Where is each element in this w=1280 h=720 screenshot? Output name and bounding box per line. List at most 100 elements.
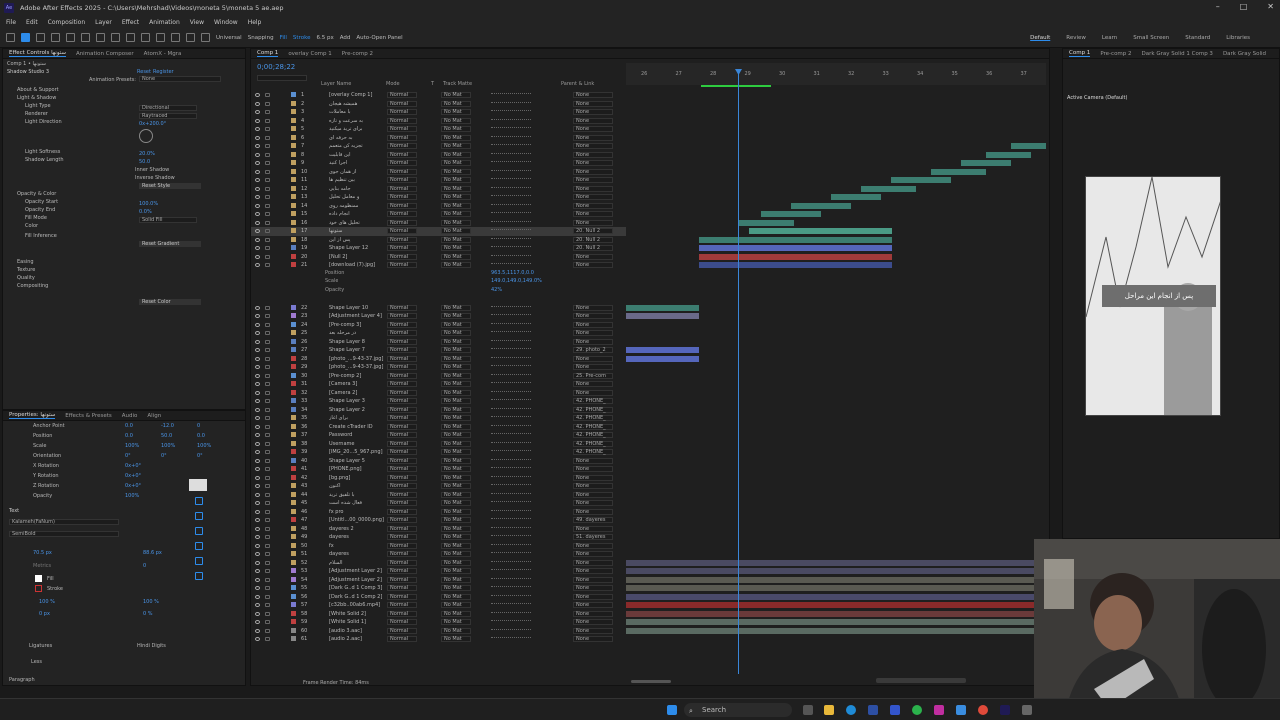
comp-tab-0[interactable]: Comp 1 bbox=[257, 50, 279, 57]
visibility-eye-icon[interactable] bbox=[255, 339, 260, 344]
visibility-eye-icon[interactable] bbox=[255, 152, 260, 157]
justify-icon[interactable] bbox=[195, 542, 203, 550]
layer-name[interactable]: ستونها bbox=[329, 228, 385, 234]
visibility-eye-icon[interactable] bbox=[255, 509, 260, 514]
switches-icon[interactable] bbox=[491, 373, 531, 377]
track-matte-dropdown[interactable]: No Mat bbox=[441, 389, 471, 396]
track-matte-dropdown[interactable]: No Mat bbox=[441, 423, 471, 430]
after-effects-taskbar-icon[interactable] bbox=[1000, 705, 1010, 715]
audio-icon[interactable] bbox=[265, 560, 270, 565]
parent-dropdown[interactable]: 49. dayeres bbox=[573, 517, 613, 523]
menu-layer[interactable]: Layer bbox=[95, 19, 112, 26]
align-center-icon[interactable] bbox=[195, 512, 203, 520]
effect-prop-light-softness[interactable]: Light Softness bbox=[25, 149, 60, 155]
track-matte-dropdown[interactable]: No Mat bbox=[441, 160, 471, 166]
label-color-swatch[interactable] bbox=[291, 126, 296, 131]
parent-dropdown[interactable]: None bbox=[573, 508, 613, 515]
label-color-swatch[interactable] bbox=[291, 134, 296, 140]
props-tab-2[interactable]: Audio bbox=[122, 413, 138, 419]
layer-name[interactable]: ممنظومه روی bbox=[329, 203, 385, 209]
track-matte-dropdown[interactable]: No Mat bbox=[441, 253, 471, 260]
ligatures-checkbox[interactable]: Ligatures bbox=[29, 643, 52, 649]
audio-icon[interactable] bbox=[265, 169, 270, 174]
timeline-row[interactable]: 23 [Adjustment Layer 4] Normal No Mat None bbox=[251, 312, 626, 321]
align-left-icon[interactable] bbox=[195, 497, 203, 505]
track-matte-dropdown[interactable]: No Mat bbox=[441, 602, 471, 608]
layer-bar[interactable] bbox=[626, 585, 1036, 591]
parent-dropdown[interactable]: None bbox=[573, 134, 613, 141]
layer-bar[interactable] bbox=[761, 211, 821, 217]
track-matte-dropdown[interactable]: No Mat bbox=[441, 466, 471, 472]
less-toggle[interactable]: Less bbox=[31, 659, 42, 665]
switches-icon[interactable] bbox=[491, 407, 531, 411]
layer-name[interactable]: این قابلیت bbox=[329, 152, 385, 158]
parent-dropdown[interactable]: 20. Null 2 bbox=[573, 228, 613, 234]
transform-value-1-1[interactable]: 50.0 bbox=[161, 433, 172, 439]
layer-name[interactable]: Shape Layer 5 bbox=[329, 458, 385, 464]
audio-icon[interactable] bbox=[265, 475, 270, 480]
hand-tool-icon[interactable] bbox=[36, 33, 45, 42]
label-color-swatch[interactable] bbox=[291, 576, 296, 582]
audio-icon[interactable] bbox=[265, 467, 270, 471]
timeline-zoom-slider[interactable] bbox=[631, 680, 671, 683]
menu-animation[interactable]: Animation bbox=[149, 19, 180, 26]
pen-tool-icon[interactable] bbox=[111, 33, 120, 42]
track-matte-dropdown[interactable]: No Mat bbox=[441, 483, 471, 489]
audio-icon[interactable] bbox=[265, 424, 270, 429]
layer-search-input[interactable] bbox=[257, 75, 307, 81]
layer-name[interactable]: [Camera 2] bbox=[329, 390, 385, 396]
font-family-dropdown[interactable]: Kalameh(FaNum) bbox=[9, 519, 119, 525]
label-color-swatch[interactable] bbox=[291, 381, 296, 386]
audio-icon[interactable] bbox=[265, 101, 270, 106]
light-direction-dial[interactable] bbox=[139, 129, 153, 143]
layer-mode-dropdown[interactable]: Normal bbox=[387, 619, 417, 625]
switches-icon[interactable] bbox=[491, 195, 531, 198]
label-color-swatch[interactable] bbox=[291, 466, 296, 471]
rtl-icon[interactable] bbox=[195, 572, 203, 580]
timeline-row[interactable]: 8 این قابلیت Normal No Mat None bbox=[251, 151, 626, 160]
layer-mode-dropdown[interactable]: Normal bbox=[387, 117, 417, 124]
audio-icon[interactable] bbox=[265, 127, 270, 131]
visibility-eye-icon[interactable] bbox=[255, 628, 260, 633]
layer-mode-dropdown[interactable]: Normal bbox=[387, 636, 417, 642]
track-matte-dropdown[interactable]: No Mat bbox=[441, 406, 471, 413]
track-matte-dropdown[interactable]: No Mat bbox=[441, 585, 471, 591]
layer-mode-dropdown[interactable]: Normal bbox=[387, 525, 417, 532]
layer-mode-dropdown[interactable]: Normal bbox=[387, 151, 417, 158]
track-matte-dropdown[interactable]: No Mat bbox=[441, 500, 471, 506]
viewer-tab-2[interactable]: Dark Gray Solid 1 Comp 3 bbox=[1142, 51, 1213, 57]
parent-dropdown[interactable]: 51. dayeres bbox=[573, 534, 613, 540]
track-matte-dropdown[interactable]: No Mat bbox=[441, 330, 471, 336]
parent-dropdown[interactable]: None bbox=[573, 100, 613, 107]
eraser-tool-icon[interactable] bbox=[171, 33, 180, 42]
track-matte-dropdown[interactable]: No Mat bbox=[441, 440, 471, 447]
column-header-0[interactable]: Layer Name bbox=[321, 81, 351, 87]
track-matte-dropdown[interactable]: No Mat bbox=[441, 313, 471, 319]
track-matte-dropdown[interactable]: No Mat bbox=[441, 457, 471, 464]
comp-caption[interactable]: پس از انجام این مراحل bbox=[1102, 285, 1216, 307]
timeline-row[interactable]: 56 [Dark G..d 1 Comp 2] Normal No Mat None bbox=[251, 593, 626, 602]
transform-value-5-0[interactable]: 0x+0° bbox=[125, 473, 141, 479]
effect-prop-opacity-start[interactable]: Opacity Start bbox=[25, 199, 58, 205]
parent-dropdown[interactable]: None bbox=[573, 202, 613, 209]
roto-tool-icon[interactable] bbox=[186, 33, 195, 42]
layer-name[interactable]: [Null 2] bbox=[329, 254, 385, 260]
timeline-row[interactable]: 1 [overlay Comp 1] Normal No Mat None bbox=[251, 91, 626, 100]
settings-icon[interactable] bbox=[1022, 705, 1032, 715]
layer-name[interactable]: Shape Layer 8 bbox=[329, 339, 385, 345]
timeline-row[interactable]: 57 [c32bb..00ab6.mp4] Normal No Mat None bbox=[251, 601, 626, 610]
effect-tab-0[interactable]: Effect Controls ستونها bbox=[9, 50, 66, 57]
visibility-eye-icon[interactable] bbox=[255, 135, 260, 140]
effect-value-3[interactable]: 20.0% bbox=[139, 151, 155, 157]
audio-icon[interactable] bbox=[265, 356, 270, 361]
stroke-width[interactable]: 6.5 px bbox=[316, 35, 333, 41]
track-matte-dropdown[interactable]: No Mat bbox=[441, 474, 471, 481]
layer-name[interactable]: اکنون bbox=[329, 483, 385, 489]
menu-help[interactable]: Help bbox=[248, 19, 262, 26]
layer-mode-dropdown[interactable]: Normal bbox=[387, 321, 417, 328]
layer-name[interactable]: انجام داده bbox=[329, 211, 385, 217]
menu-effect[interactable]: Effect bbox=[122, 19, 139, 26]
layer-name[interactable]: [Adjustment Layer 2] bbox=[329, 568, 385, 574]
timeline-row[interactable]: 31 [Camera 3] Normal No Mat None bbox=[251, 380, 626, 389]
label-color-swatch[interactable] bbox=[291, 194, 296, 199]
